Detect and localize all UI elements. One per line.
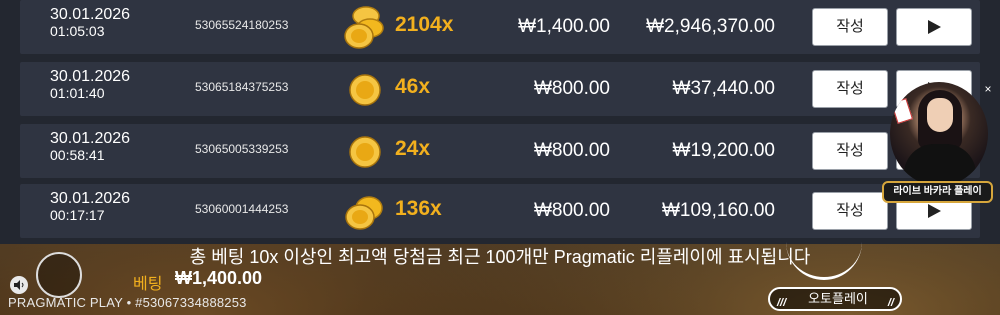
win-amount: ₩37,440.00 xyxy=(672,78,775,99)
autoplay-label: 오토플레이 xyxy=(808,291,868,306)
turbo-right-icon: // xyxy=(887,297,894,309)
time-text: 01:01:40 xyxy=(50,85,105,101)
multiplier: 2104x xyxy=(395,13,454,36)
speaker-icon xyxy=(14,280,24,290)
round-id: 53065524180253 xyxy=(195,18,289,32)
bet-amount: ₩1,400.00 xyxy=(518,16,610,37)
history-row: 30.01.2026 00:58:41 53065005339253 24x ₩… xyxy=(20,124,980,178)
write-review-button[interactable]: 작성 xyxy=(812,132,888,170)
row-date: 30.01.2026 01:01:40 xyxy=(50,68,180,102)
row-date: 30.01.2026 00:17:17 xyxy=(50,190,180,224)
dealer-face xyxy=(927,98,953,132)
close-icon[interactable]: × xyxy=(981,82,995,96)
win-amount: ₩19,200.00 xyxy=(672,140,775,161)
date-text: 30.01.2026 xyxy=(50,6,131,23)
write-review-button[interactable]: 작성 xyxy=(812,70,888,108)
turbo-left-icon: /// xyxy=(777,297,787,309)
multiplier: 24x xyxy=(395,137,431,160)
write-review-button[interactable]: 작성 xyxy=(812,8,888,46)
win-amount: ₩109,160.00 xyxy=(661,200,775,221)
time-text: 01:05:03 xyxy=(50,23,105,39)
date-text: 30.01.2026 xyxy=(50,190,131,207)
live-baccarat-promo[interactable]: 라이브 바카라 플레이 xyxy=(880,82,995,207)
dealer-body xyxy=(904,144,976,186)
coin-icon xyxy=(349,74,381,106)
row-date: 30.01.2026 01:05:03 xyxy=(50,6,180,40)
autoplay-button[interactable]: /// 오토플레이 // xyxy=(768,287,902,311)
play-icon xyxy=(928,20,941,34)
playing-card-icon xyxy=(890,98,914,124)
coin-stack-icon xyxy=(344,6,384,49)
time-text: 00:58:41 xyxy=(50,147,105,163)
time-text: 00:17:17 xyxy=(50,207,105,223)
replay-history-panel: 30.01.2026 01:05:03 53065524180253 2104x… xyxy=(0,0,1000,244)
promo-label: 라이브 바카라 플레이 xyxy=(882,181,993,203)
write-review-button[interactable]: 작성 xyxy=(812,192,888,230)
multiplier: 136x xyxy=(395,197,442,220)
coin-stack-icon xyxy=(345,196,383,230)
history-row: 30.01.2026 01:05:03 53065524180253 2104x… xyxy=(20,0,980,54)
multiplier: 46x xyxy=(395,75,431,98)
win-amount: ₩2,946,370.00 xyxy=(646,16,775,37)
spin-button[interactable] xyxy=(36,252,82,298)
date-text: 30.01.2026 xyxy=(50,130,131,147)
dealer-avatar xyxy=(890,82,988,186)
bet-amount: ₩800.00 xyxy=(533,200,610,221)
bet-amount: ₩800.00 xyxy=(533,140,610,161)
play-replay-button[interactable] xyxy=(896,8,972,46)
history-row: 30.01.2026 00:17:17 53060001444253 136x … xyxy=(20,184,980,238)
coin-icon xyxy=(349,136,381,168)
round-id: 53060001444253 xyxy=(195,202,289,216)
brand-and-round: PRAGMATIC PLAY • #53067334888253 xyxy=(8,295,247,310)
history-row: 30.01.2026 01:01:40 53065184375253 46x ₩… xyxy=(20,62,980,116)
bet-label: 베팅 xyxy=(133,276,163,293)
bet-amount: ₩800.00 xyxy=(533,78,610,99)
volume-button[interactable] xyxy=(10,276,28,294)
row-date: 30.01.2026 00:58:41 xyxy=(50,130,180,164)
round-id: 53065005339253 xyxy=(195,142,289,156)
current-bet-amount: ₩1,400.00 xyxy=(175,268,263,288)
round-id: 53065184375253 xyxy=(195,80,289,94)
date-text: 30.01.2026 xyxy=(50,68,131,85)
